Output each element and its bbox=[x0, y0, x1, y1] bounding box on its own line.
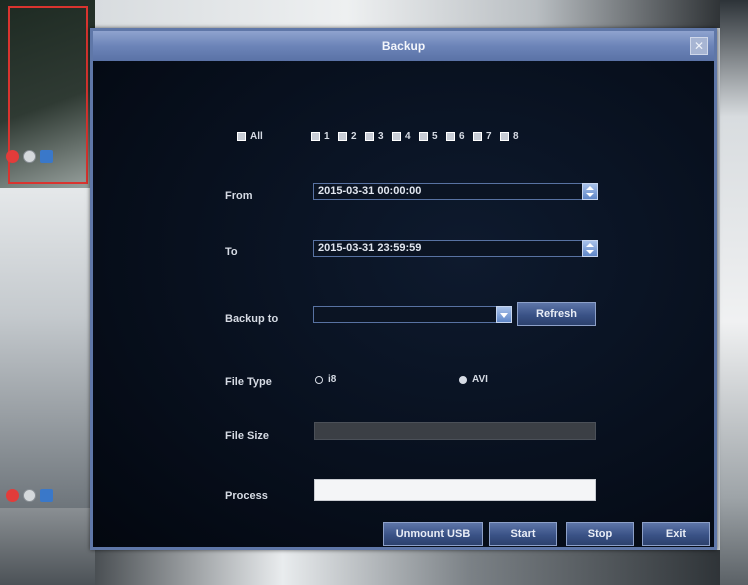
from-label: From bbox=[225, 190, 253, 202]
file-type-label: File Type bbox=[225, 376, 272, 388]
spinner-icon[interactable] bbox=[582, 240, 598, 257]
stop-button[interactable]: Stop bbox=[566, 522, 634, 546]
record-icon[interactable] bbox=[6, 489, 19, 502]
channel-checkbox-4[interactable]: 4 bbox=[392, 131, 411, 142]
checkbox-icon[interactable] bbox=[237, 132, 246, 141]
radio-icon[interactable] bbox=[315, 375, 323, 384]
record-icon[interactable] bbox=[6, 150, 19, 163]
camera-tile-middle-left bbox=[0, 188, 95, 508]
checkbox-icon[interactable] bbox=[500, 132, 509, 141]
channel-checkbox-7[interactable]: 7 bbox=[473, 131, 492, 142]
chevron-down-icon[interactable] bbox=[496, 306, 512, 323]
channel-all-label: All bbox=[250, 131, 263, 142]
checkbox-icon[interactable] bbox=[392, 132, 401, 141]
channel-label: 1 bbox=[324, 131, 330, 142]
channel-label: 4 bbox=[405, 131, 411, 142]
start-button[interactable]: Start bbox=[489, 522, 557, 546]
process-progress-bar bbox=[314, 479, 596, 501]
checkbox-icon[interactable] bbox=[338, 132, 347, 141]
file-size-field bbox=[314, 422, 596, 440]
close-icon[interactable]: ✕ bbox=[690, 37, 708, 55]
snapshot-icon[interactable] bbox=[23, 150, 36, 163]
to-datetime-field[interactable]: 2015-03-31 23:59:59 bbox=[313, 240, 598, 257]
channel-label: 8 bbox=[513, 131, 519, 142]
channel-checkbox-3[interactable]: 3 bbox=[365, 131, 384, 142]
channel-checkbox-all[interactable]: All bbox=[237, 131, 263, 142]
camera-tile-right bbox=[720, 0, 748, 585]
playback-icon[interactable] bbox=[40, 150, 53, 163]
to-value: 2015-03-31 23:59:59 bbox=[318, 242, 422, 254]
backup-dialog: Backup ✕ All 1 2 3 4 5 6 7 8 From 2015-0… bbox=[90, 28, 717, 550]
exit-button[interactable]: Exit bbox=[642, 522, 710, 546]
unmount-usb-button[interactable]: Unmount USB bbox=[383, 522, 483, 546]
camera-tile-top bbox=[95, 0, 725, 28]
dialog-body: All 1 2 3 4 5 6 7 8 From 2015-03-31 00:0… bbox=[93, 61, 714, 547]
spinner-icon[interactable] bbox=[582, 183, 598, 200]
channel-label: 2 bbox=[351, 131, 357, 142]
channel-checkbox-8[interactable]: 8 bbox=[500, 131, 519, 142]
channel-checkbox-1[interactable]: 1 bbox=[311, 131, 330, 142]
channel-checkbox-5[interactable]: 5 bbox=[419, 131, 438, 142]
from-datetime-field[interactable]: 2015-03-31 00:00:00 bbox=[313, 183, 598, 200]
checkbox-icon[interactable] bbox=[311, 132, 320, 141]
process-label: Process bbox=[225, 490, 268, 502]
checkbox-icon[interactable] bbox=[419, 132, 428, 141]
camera-tile-bottom-left bbox=[0, 508, 95, 585]
checkbox-icon[interactable] bbox=[446, 132, 455, 141]
playback-icon[interactable] bbox=[40, 489, 53, 502]
channel-label: 6 bbox=[459, 131, 465, 142]
from-value: 2015-03-31 00:00:00 bbox=[318, 185, 422, 197]
snapshot-icon[interactable] bbox=[23, 489, 36, 502]
file-type-radio-i8[interactable]: i8 bbox=[315, 374, 336, 385]
channel-label: 7 bbox=[486, 131, 492, 142]
backup-to-label: Backup to bbox=[225, 313, 279, 325]
file-type-option-label: AVI bbox=[472, 374, 488, 385]
channel-checkbox-6[interactable]: 6 bbox=[446, 131, 465, 142]
checkbox-icon[interactable] bbox=[365, 132, 374, 141]
file-type-radio-avi[interactable]: AVI bbox=[459, 374, 488, 385]
backup-device-select[interactable] bbox=[313, 306, 512, 323]
dialog-titlebar[interactable]: Backup ✕ bbox=[93, 31, 714, 61]
camera-tile-controls-2 bbox=[6, 489, 53, 502]
to-label: To bbox=[225, 246, 238, 258]
channel-label: 5 bbox=[432, 131, 438, 142]
channel-label: 3 bbox=[378, 131, 384, 142]
dialog-title: Backup bbox=[381, 39, 426, 53]
file-size-label: File Size bbox=[225, 430, 270, 442]
channel-checkbox-2[interactable]: 2 bbox=[338, 131, 357, 142]
refresh-button[interactable]: Refresh bbox=[517, 302, 596, 326]
camera-tile-controls bbox=[6, 150, 53, 163]
file-type-option-label: i8 bbox=[328, 374, 337, 385]
radio-selected-icon[interactable] bbox=[459, 375, 467, 384]
checkbox-icon[interactable] bbox=[473, 132, 482, 141]
camera-tile-bottom bbox=[95, 550, 720, 585]
